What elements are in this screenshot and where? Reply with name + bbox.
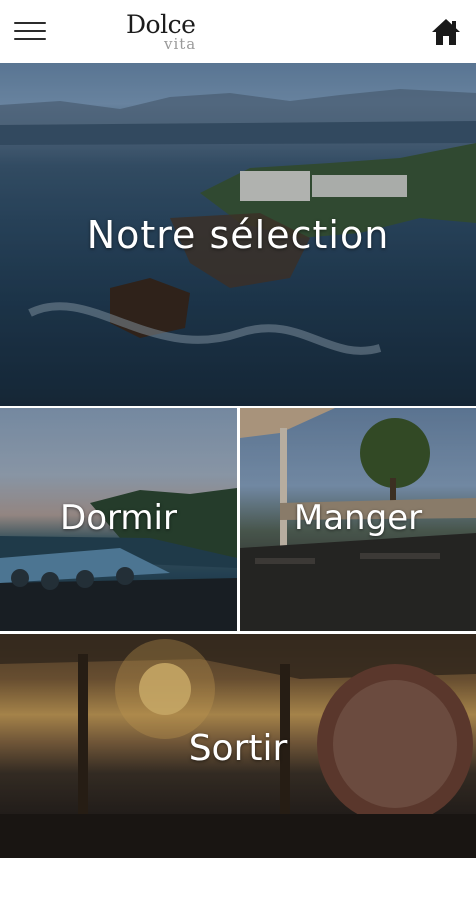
tile-notre-selection[interactable]: Notre sélection — [0, 63, 476, 406]
menu-line — [14, 30, 46, 32]
home-icon-graphic — [432, 19, 460, 45]
menu-line — [14, 22, 46, 24]
app-logo[interactable]: Dolce vita — [126, 10, 216, 54]
tile-manger[interactable]: Manger — [240, 408, 476, 631]
home-icon[interactable] — [430, 16, 462, 48]
hamburger-menu-icon[interactable] — [14, 20, 46, 42]
tile-label-sortir: Sortir — [188, 727, 288, 769]
logo-sub-text: vita — [164, 35, 197, 53]
app-header: Dolce vita — [0, 0, 476, 63]
tile-label-dormir: Dormir — [60, 497, 177, 538]
tile-dormir[interactable]: Dormir — [0, 408, 237, 631]
tile-label-manger: Manger — [293, 497, 423, 538]
menu-line — [14, 38, 46, 40]
tile-label-notre-selection: Notre sélection — [86, 212, 390, 257]
tile-sortir[interactable]: Sortir — [0, 634, 476, 858]
